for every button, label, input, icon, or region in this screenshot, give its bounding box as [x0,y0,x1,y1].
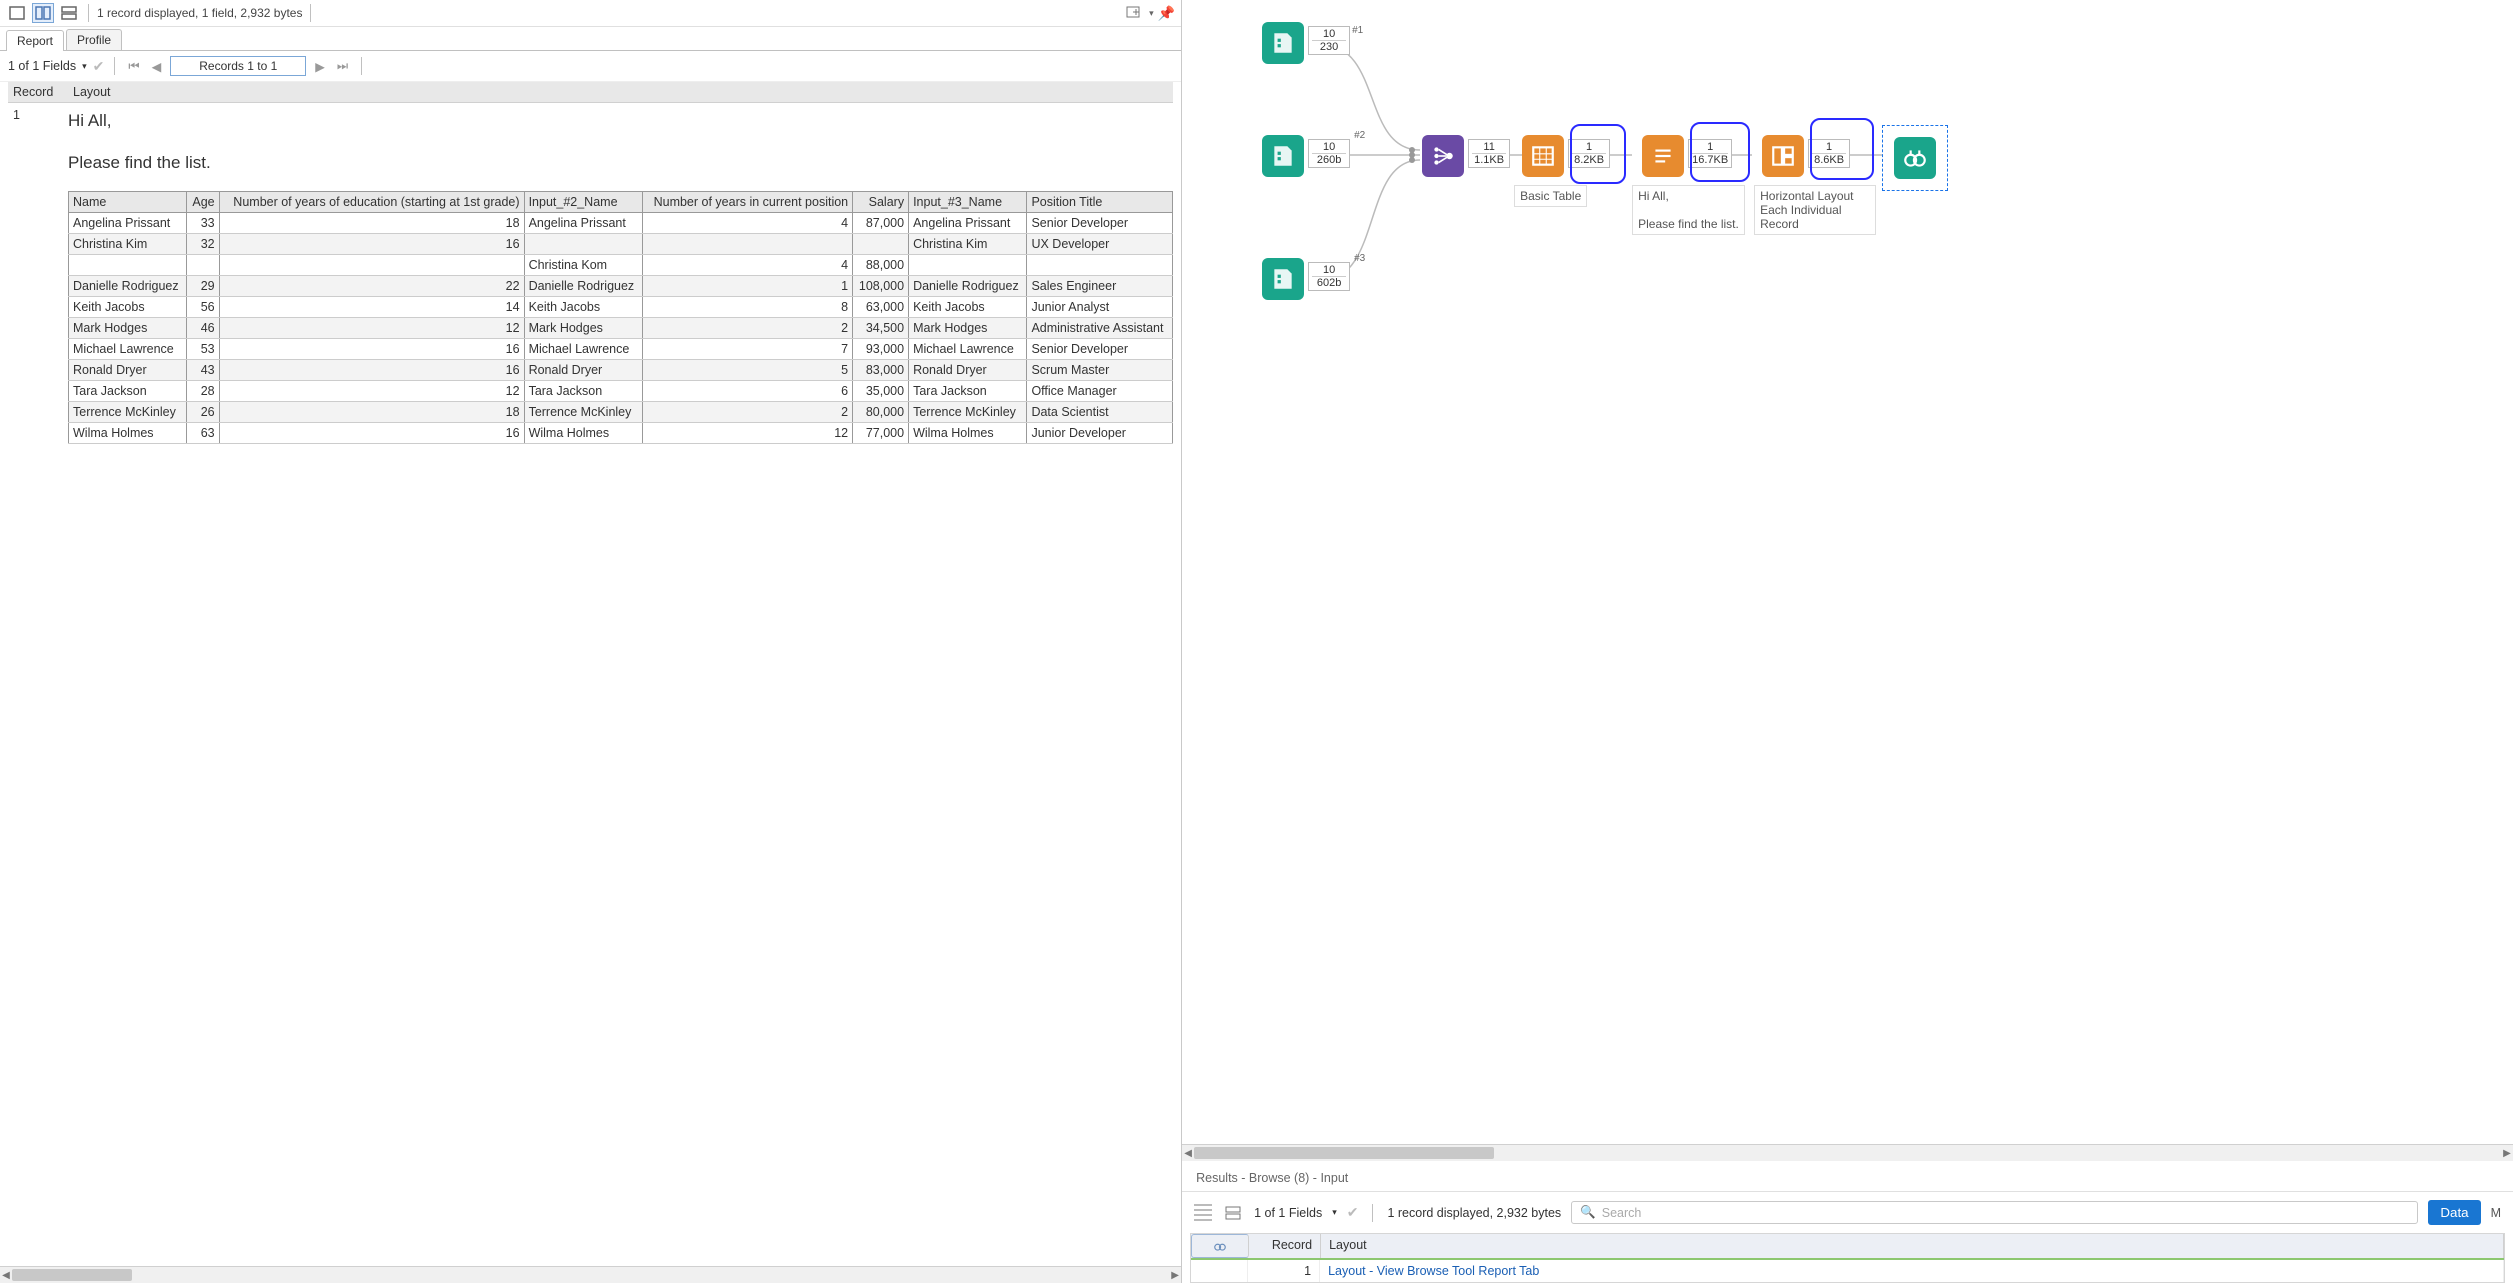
canvas-scrollbar[interactable]: ◀ ▶ [1182,1144,2513,1161]
table-col-header: Input_#2_Name [524,192,642,213]
dropdown-caret-icon[interactable]: ▾ [1149,8,1154,19]
table-row: Terrence McKinley2618Terrence McKinley28… [69,402,1173,423]
last-record-icon[interactable]: ⏭ [334,59,351,74]
view-stacked-icon[interactable] [58,3,80,23]
table-col-header: Position Title [1027,192,1173,213]
prev-record-icon[interactable]: ◀ [149,59,165,74]
input-tool-3[interactable]: 10602b #3 [1262,258,1350,300]
text-icon [1642,135,1684,177]
scroll-right-icon[interactable]: ▶ [1169,1269,1181,1281]
table-icon [1522,135,1564,177]
input-tool-2[interactable]: 10260b #2 [1262,135,1350,177]
table-col-header: Age [187,192,219,213]
layout-icon [1762,135,1804,177]
table-row: Mark Hodges4612Mark Hodges234,500Mark Ho… [69,318,1173,339]
scroll-thumb[interactable] [12,1269,132,1281]
table-row: Keith Jacobs5614Keith Jacobs863,000Keith… [69,297,1173,318]
input-data-icon [1262,258,1304,300]
scroll-right-icon[interactable]: ▶ [2501,1147,2513,1159]
horizontal-scrollbar[interactable]: ◀ ▶ [0,1266,1181,1283]
table-row: Angelina Prissant3318Angelina Prissant48… [69,213,1173,234]
results-table: Record Layout 1 Layout - View Browse Too… [1190,1233,2505,1283]
layout-tool[interactable]: 18.6KB [1762,135,1850,177]
record-nav: 1 of 1 Fields ▾ ✔ ⏮ ◀ Records 1 to 1 ▶ ⏭ [0,51,1181,82]
table-row: Christina Kim3216Christina KimUX Develop… [69,234,1173,255]
table-tool[interactable]: 18.2KB [1522,135,1610,177]
intro-text: Please find the list. [68,153,1173,173]
workflow-pane: 10230 #1 10260b #2 10602b #3 111.1KB [1182,0,2513,1283]
greeting-text: Hi All, [68,111,1173,131]
table-col-header: Name [69,192,187,213]
search-icon: 🔍 [1580,1205,1596,1220]
layout-tool-label: Horizontal Layout Each Individual Record [1754,185,1876,235]
report-toolbar: 1 record displayed, 1 field, 2,932 bytes… [0,0,1181,27]
checkmark-icon: ✔ [1347,1204,1359,1221]
tab-report[interactable]: Report [6,30,64,51]
input-tool-1[interactable]: 10230 #1 [1262,22,1363,64]
grip-icon[interactable] [1194,1204,1212,1222]
table-col-header: Number of years of education (starting a… [219,192,524,213]
add-panel-icon[interactable] [1123,3,1145,23]
join-icon [1422,135,1464,177]
table-col-header: Input_#3_Name [909,192,1027,213]
browse-tool[interactable] [1894,137,1936,179]
table-row: Ronald Dryer4316Ronald Dryer583,000Ronal… [69,360,1173,381]
search-input[interactable]: 🔍 Search [1571,1201,2418,1224]
col-layout-header: Layout [68,82,1173,102]
checkmark-icon: ✔ [93,58,105,75]
table-col-header: Salary [853,192,909,213]
table-tool-label: Basic Table [1514,185,1587,207]
workflow-canvas[interactable]: 10230 #1 10260b #2 10602b #3 111.1KB [1182,0,2513,1144]
data-table: NameAgeNumber of years of education (sta… [68,191,1173,444]
pin-icon[interactable]: 📌 [1158,5,1175,22]
record-range[interactable]: Records 1 to 1 [170,56,306,76]
scroll-left-icon[interactable]: ◀ [0,1269,12,1281]
binoculars-icon [1894,137,1936,179]
fields-dropdown-icon[interactable]: ▾ [82,61,87,72]
metadata-button[interactable]: M [2491,1206,2501,1220]
results-title: Results - Browse (8) - Input [1182,1161,2513,1192]
table-row: Tara Jackson2812Tara Jackson635,000Tara … [69,381,1173,402]
table-col-header: Number of years in current position [642,192,852,213]
data-button[interactable]: Data [2428,1200,2480,1225]
view-split-icon[interactable] [32,3,54,23]
col-record-header: Record [8,82,68,102]
scroll-thumb[interactable] [1194,1147,1494,1159]
first-record-icon[interactable]: ⏮ [125,59,142,74]
results-toolbar: 1 of 1 Fields ▾ ✔ 1 record displayed, 2,… [1182,1192,2513,1233]
record-number: 1 [8,103,68,444]
results-col-record[interactable]: Record [1249,1234,1321,1258]
input-data-icon [1262,22,1304,64]
input-data-icon [1262,135,1304,177]
report-content: Record Layout 1 Hi All, Please find the … [0,82,1181,1266]
results-row[interactable]: 1 Layout - View Browse Tool Report Tab [1191,1260,2504,1282]
results-col-layout[interactable]: Layout [1321,1234,2504,1258]
report-text-tool[interactable]: 116.7KB [1642,135,1732,177]
binoculars-icon[interactable] [1191,1234,1249,1258]
scroll-left-icon[interactable]: ◀ [1182,1147,1194,1159]
record-status: 1 record displayed, 1 field, 2,932 bytes [97,6,302,20]
fields-dropdown-icon[interactable]: ▾ [1332,1207,1337,1218]
fields-label[interactable]: 1 of 1 Fields [8,59,76,73]
tab-profile[interactable]: Profile [66,29,122,50]
table-row: Danielle Rodriguez2922Danielle Rodriguez… [69,276,1173,297]
layout-link[interactable]: Layout - View Browse Tool Report Tab [1320,1260,2504,1282]
report-tabs: Report Profile [0,27,1181,51]
table-row: Wilma Holmes6316Wilma Holmes1277,000Wilm… [69,423,1173,444]
table-row: Michael Lawrence5316Michael Lawrence793,… [69,339,1173,360]
report-pane: 1 record displayed, 1 field, 2,932 bytes… [0,0,1182,1283]
results-status: 1 record displayed, 2,932 bytes [1387,1206,1561,1220]
text-tool-label: Hi All, Please find the list. [1632,185,1745,235]
view-stacked-icon[interactable] [1222,1203,1244,1223]
view-single-icon[interactable] [6,3,28,23]
next-record-icon[interactable]: ▶ [312,59,328,74]
results-fields[interactable]: 1 of 1 Fields [1254,1206,1322,1220]
join-multiple-tool[interactable]: 111.1KB [1422,135,1510,177]
table-row: Christina Kom488,000 [69,255,1173,276]
